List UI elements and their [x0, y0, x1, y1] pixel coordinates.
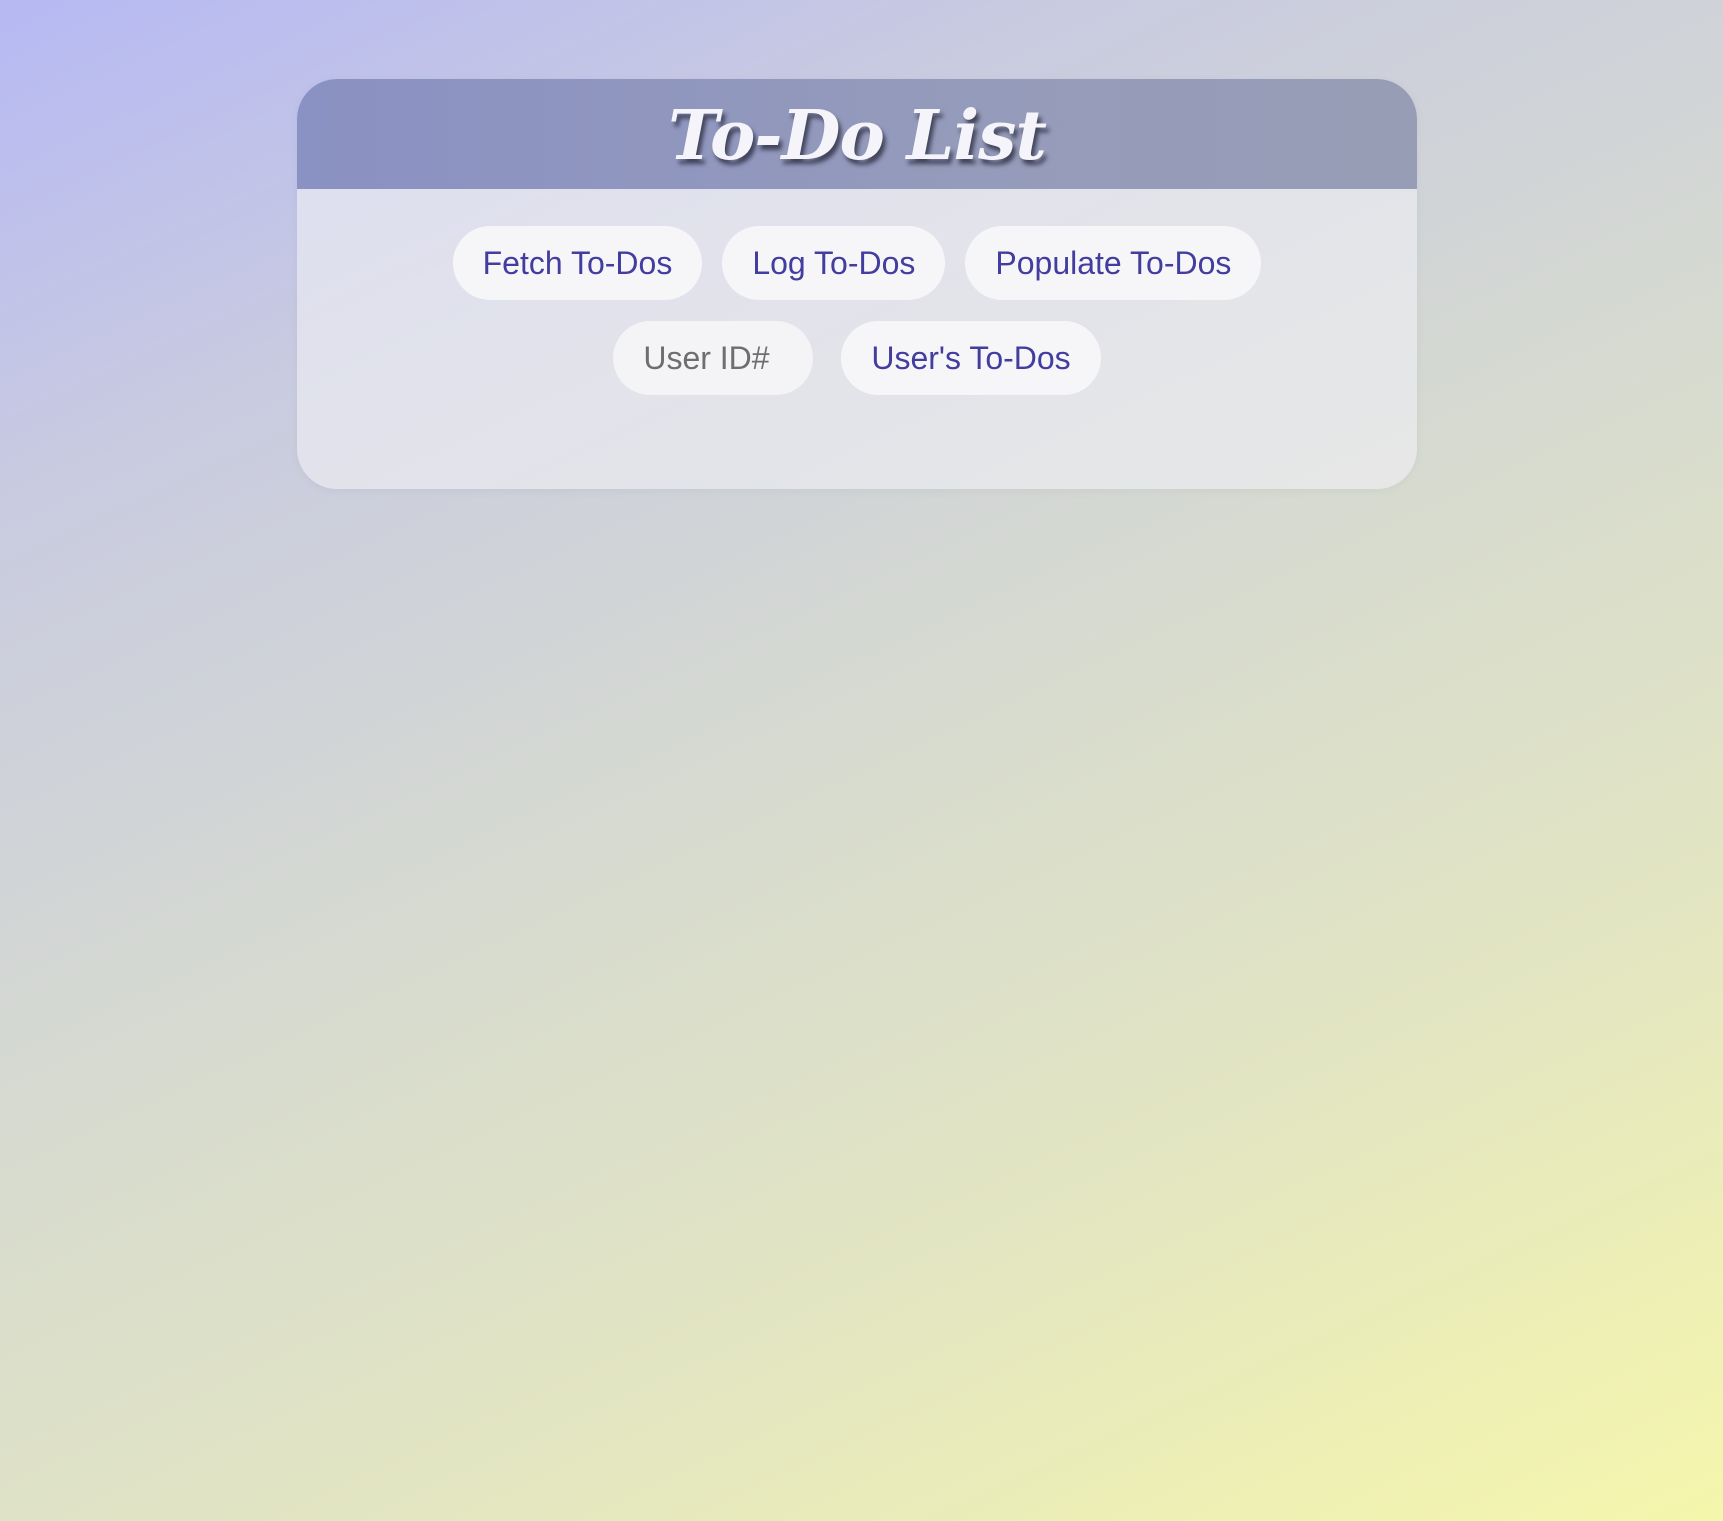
user-query-row: User's To-Dos	[297, 321, 1417, 395]
fetch-todos-button[interactable]: Fetch To-Dos	[452, 226, 703, 300]
action-buttons-row: Fetch To-Dos Log To-Dos Populate To-Dos	[297, 226, 1417, 300]
page-title: To-Do List	[668, 96, 1047, 176]
user-id-input[interactable]	[613, 321, 814, 395]
card-body: Fetch To-Dos Log To-Dos Populate To-Dos …	[297, 189, 1417, 395]
todo-card: To-Do List Fetch To-Dos Log To-Dos Popul…	[297, 79, 1417, 489]
user-todos-button[interactable]: User's To-Dos	[841, 321, 1101, 395]
log-todos-button[interactable]: Log To-Dos	[722, 226, 946, 300]
card-header: To-Do List	[297, 79, 1417, 189]
populate-todos-button[interactable]: Populate To-Dos	[965, 226, 1262, 300]
